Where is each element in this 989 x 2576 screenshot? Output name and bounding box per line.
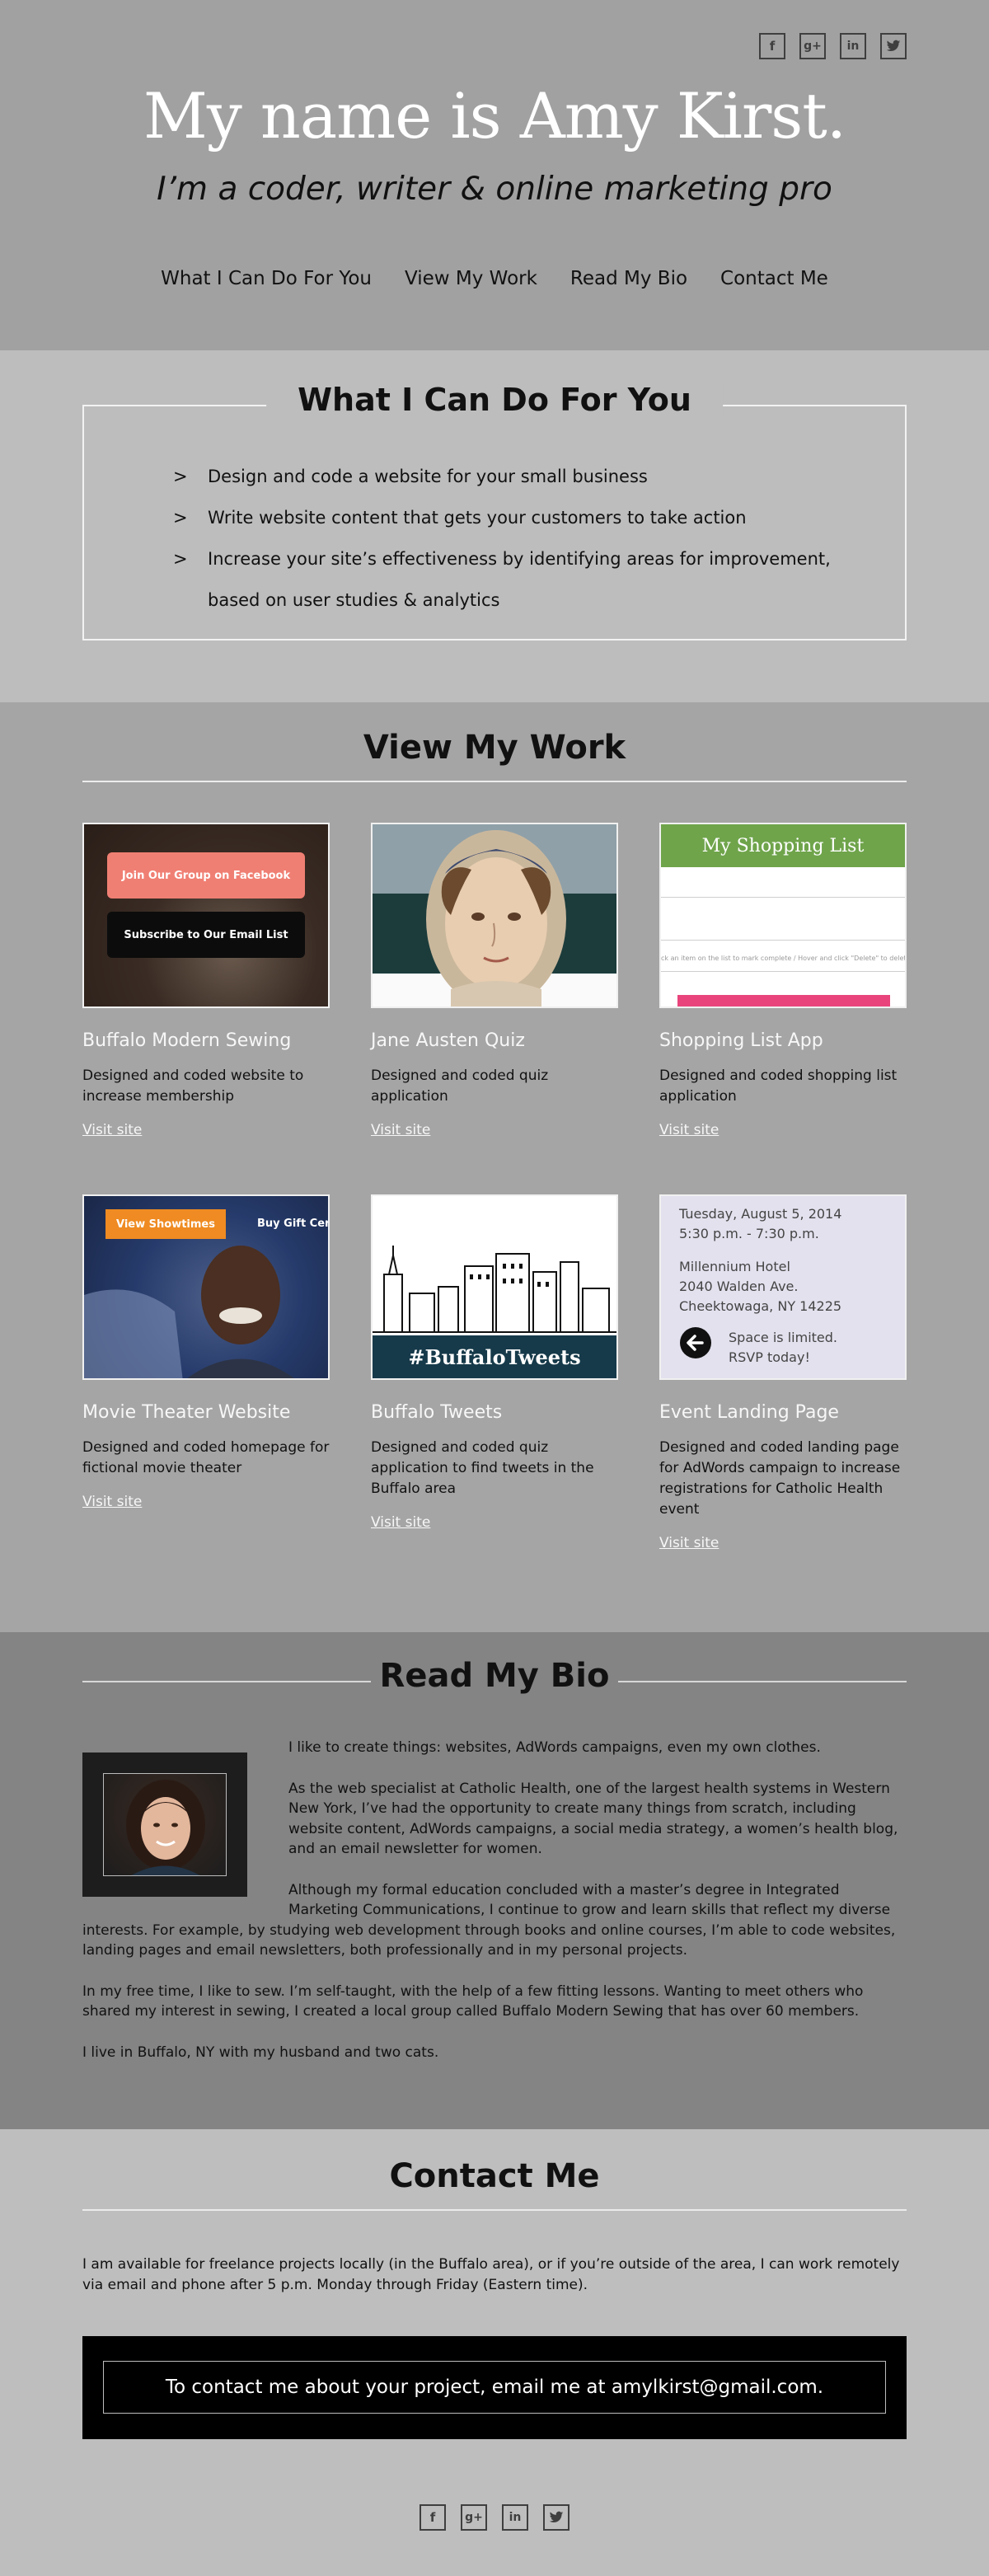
contact-title: Contact Me: [389, 2157, 600, 2195]
portrait-illustration: [426, 830, 566, 1006]
contact-section: Contact Me I am available for freelance …: [0, 2129, 989, 2576]
bio-paragraph: I live in Buffalo, NY with my husband an…: [82, 2043, 439, 2061]
divider: [661, 971, 905, 972]
services-title: What I Can Do For You: [266, 382, 723, 418]
project-title: Event Landing Page: [659, 1402, 839, 1423]
facebook-icon[interactable]: f: [759, 33, 785, 59]
project-title: Jane Austen Quiz: [371, 1030, 525, 1051]
project-card: Jane Austen Quiz Designed and coded quiz…: [371, 823, 618, 1138]
list-item: Write website content that gets your cus…: [173, 497, 874, 538]
visit-site-link[interactable]: Visit site: [371, 1514, 430, 1531]
arrow-left-icon: [679, 1326, 712, 1365]
google-plus-icon[interactable]: g+: [799, 33, 826, 59]
main-nav: What I Can Do For You View My Work Read …: [0, 268, 989, 289]
divider: [661, 940, 905, 941]
google-plus-icon[interactable]: g+: [461, 2504, 487, 2531]
project-card: Join Our Group on Facebook Subscribe to …: [82, 823, 330, 1138]
project-description: Designed and coded shopping list applica…: [659, 1067, 898, 1105]
contact-cta-box: To contact me about your project, email …: [82, 2336, 907, 2439]
event-street: 2040 Walden Ave.: [679, 1279, 799, 1294]
divider: [82, 2209, 907, 2211]
event-city: Cheektowaga, NY 14225: [679, 1298, 842, 1314]
visit-site-link[interactable]: Visit site: [82, 1122, 142, 1138]
list-item: Increase your site’s effectiveness by id…: [173, 538, 874, 621]
divider: [82, 1681, 371, 1682]
site-title: My name is Amy Kirst.: [143, 79, 846, 152]
work-section: View My Work Join Our Group on Facebook …: [0, 702, 989, 1632]
avatar: [103, 1773, 227, 1876]
bio-section: Read My Bio I like to create things: web…: [0, 1632, 989, 2129]
linkedin-icon[interactable]: in: [840, 33, 866, 59]
site-subtitle: I’m a coder, writer & online marketing p…: [157, 171, 832, 208]
project-card: My Shopping List ck an item on the list …: [659, 823, 907, 1138]
divider: [618, 1681, 907, 1682]
nav-item-contact[interactable]: Contact Me: [720, 268, 828, 289]
work-title: View My Work: [363, 729, 626, 767]
divider: [82, 781, 907, 782]
services-list: Design and code a website for your small…: [173, 456, 874, 621]
site-header: f g+ in My name is Amy Kirst. I’m a code…: [0, 0, 989, 350]
buffalo-tweets-banner: #BuffaloTweets: [373, 1335, 616, 1378]
project-thumbnail[interactable]: View Showtimes Buy Gift Cer: [82, 1194, 330, 1380]
divider: [661, 897, 905, 898]
project-card: View Showtimes Buy Gift Cer Movie Theate…: [82, 1194, 330, 1510]
social-links-footer: f g+ in: [420, 2504, 569, 2531]
project-description: Designed and coded quiz application: [371, 1067, 549, 1105]
project-title: Buffalo Tweets: [371, 1402, 503, 1423]
shopping-list-hint: ck an item on the list to mark complete …: [661, 955, 907, 962]
project-description: Designed and coded landing page for AdWo…: [659, 1439, 901, 1518]
contact-description: I am available for freelance projects lo…: [82, 2256, 900, 2293]
visit-site-link[interactable]: Visit site: [371, 1122, 430, 1138]
project-title: Shopping List App: [659, 1030, 823, 1051]
twitter-icon[interactable]: [543, 2504, 569, 2531]
list-item: Design and code a website for your small…: [173, 456, 874, 497]
nav-item-work[interactable]: View My Work: [405, 268, 537, 289]
project-title: Buffalo Modern Sewing: [82, 1030, 292, 1051]
bio-photo: [82, 1753, 247, 1897]
gift-card-label: Buy Gift Cer: [257, 1218, 330, 1230]
project-card: Tuesday, August 5, 2014 5:30 p.m. - 7:30…: [659, 1194, 907, 1551]
event-rsvp: RSVP today!: [729, 1349, 810, 1365]
view-showtimes-button: View Showtimes: [105, 1209, 226, 1239]
project-title: Movie Theater Website: [82, 1402, 291, 1423]
project-thumbnail[interactable]: My Shopping List ck an item on the list …: [659, 823, 907, 1008]
visit-site-link[interactable]: Visit site: [659, 1535, 719, 1551]
subscribe-button: Subscribe to Our Email List: [107, 912, 305, 958]
facebook-group-button: Join Our Group on Facebook: [107, 852, 305, 899]
social-links-top: f g+ in: [759, 33, 907, 59]
nav-item-bio[interactable]: Read My Bio: [570, 268, 687, 289]
visit-site-link[interactable]: Visit site: [659, 1122, 719, 1138]
bio-title: Read My Bio: [379, 1657, 610, 1695]
facebook-icon[interactable]: f: [420, 2504, 446, 2531]
shopping-list-header: My Shopping List: [661, 824, 905, 867]
event-date: Tuesday, August 5, 2014: [679, 1206, 842, 1222]
twitter-icon[interactable]: [880, 33, 907, 59]
project-description: Designed and coded website to increase m…: [82, 1067, 304, 1105]
shopping-list-bar: [677, 995, 890, 1006]
event-limited: Space is limited.: [729, 1330, 837, 1345]
visit-site-link[interactable]: Visit site: [82, 1494, 142, 1510]
event-venue: Millennium Hotel: [679, 1259, 790, 1274]
nav-item-services[interactable]: What I Can Do For You: [161, 268, 372, 289]
project-thumbnail[interactable]: #BuffaloTweets: [371, 1194, 618, 1380]
project-thumbnail[interactable]: Join Our Group on Facebook Subscribe to …: [82, 823, 330, 1008]
project-card: #BuffaloTweets Buffalo Tweets Designed a…: [371, 1194, 618, 1531]
skyline-illustration: [373, 1246, 616, 1333]
services-section: What I Can Do For You Design and code a …: [0, 350, 989, 702]
event-time: 5:30 p.m. - 7:30 p.m.: [679, 1226, 819, 1241]
contact-email-cta[interactable]: To contact me about your project, email …: [103, 2361, 886, 2414]
project-description: Designed and coded homepage for fictiona…: [82, 1439, 330, 1476]
project-thumbnail[interactable]: Tuesday, August 5, 2014 5:30 p.m. - 7:30…: [659, 1194, 907, 1380]
project-description: Designed and coded quiz application to f…: [371, 1439, 594, 1497]
linkedin-icon[interactable]: in: [502, 2504, 528, 2531]
project-thumbnail[interactable]: [371, 823, 618, 1008]
bio-paragraph: In my free time, I like to sew. I’m self…: [82, 1982, 864, 2020]
services-box: What I Can Do For You Design and code a …: [82, 382, 907, 640]
